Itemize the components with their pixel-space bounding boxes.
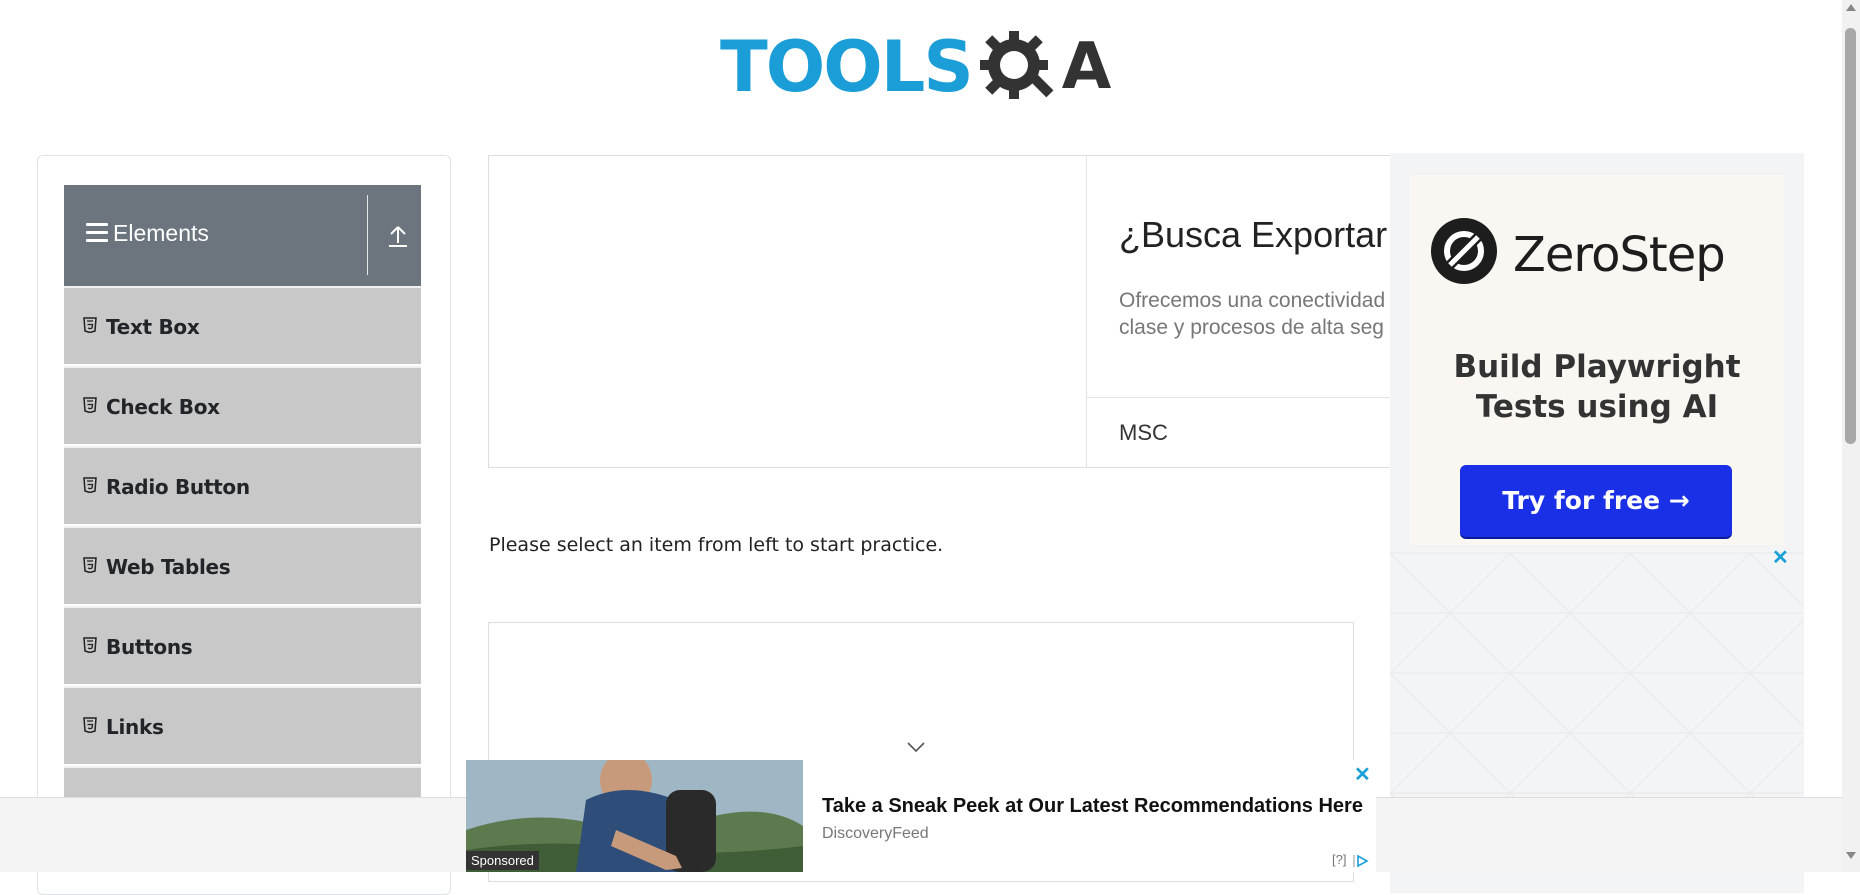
sidebar-item-radio-button[interactable]: Radio Button — [64, 446, 421, 524]
sidebar-item-text-box[interactable]: Text Box — [64, 286, 421, 364]
upload-arrow-icon[interactable] — [378, 221, 418, 251]
html5-icon — [83, 397, 97, 413]
zerostep-ad[interactable]: ZeroStep Build Playwright Tests using AI… — [1390, 153, 1804, 893]
html5-icon — [83, 717, 97, 733]
try-for-free-button[interactable]: Try for free → — [1460, 465, 1732, 537]
sidebar-item-links[interactable]: Links — [64, 686, 421, 764]
sidebar-item-label: Text Box — [106, 315, 200, 339]
ad-text-area — [1087, 156, 1392, 398]
logo-a-text: A — [1061, 30, 1112, 104]
scroll-thumb[interactable] — [1845, 28, 1856, 444]
html5-icon — [83, 317, 97, 333]
adchoices-label: [?] — [1332, 852, 1347, 867]
sidebar-item-label: Check Box — [106, 395, 220, 419]
gear-magnifier-icon — [979, 31, 1054, 99]
html5-icon — [83, 477, 97, 493]
sidebar-item-web-tables[interactable]: Web Tables — [64, 526, 421, 604]
html5-icon — [83, 637, 97, 653]
ad-headline[interactable]: Take a Sneak Peek at Our Latest Recommen… — [822, 795, 1363, 818]
sponsored-label: Sponsored — [466, 851, 539, 870]
chevron-down-icon[interactable] — [907, 741, 925, 753]
adchoices-link[interactable]: [?] — [1332, 852, 1370, 868]
elements-group-title: Elements — [113, 220, 209, 246]
sidebar-item-label: Buttons — [106, 635, 193, 659]
sidebar-item-label: Radio Button — [106, 475, 250, 499]
top-banner-ad[interactable]: ¿Busca Exportar Ofrecemos una conectivid… — [488, 155, 1393, 468]
elements-group-header[interactable]: Elements — [64, 185, 421, 286]
practice-instructions: Please select an item from left to start… — [489, 534, 944, 556]
close-icon[interactable]: ✕ — [1772, 545, 1789, 570]
ad-source: DiscoveryFeed — [822, 825, 929, 842]
ad-panel: ZeroStep Build Playwright Tests using AI… — [1410, 175, 1784, 545]
sidebar-item-label: Web Tables — [106, 555, 231, 579]
sidebar-item-buttons[interactable]: Buttons — [64, 606, 421, 684]
close-icon[interactable]: ✕ — [1354, 762, 1371, 787]
html5-icon — [83, 557, 97, 573]
ad-description: Ofrecemos una conectividad clase y proce… — [1119, 289, 1386, 339]
zerostep-tagline: Build Playwright Tests using AI — [1453, 349, 1741, 425]
zerostep-logo-icon — [1431, 218, 1497, 284]
bottom-sponsored-ad[interactable]: Sponsored Take a Sneak Peek at Our Lates… — [466, 760, 1376, 872]
sidebar-item-check-box[interactable]: Check Box — [64, 366, 421, 444]
logo-tools-text: TOOLS — [720, 26, 974, 108]
ad-brand: MSC — [1119, 420, 1168, 445]
scroll-down-icon[interactable] — [1846, 852, 1856, 859]
scroll-up-icon[interactable] — [1846, 4, 1856, 11]
logo-qa: A — [976, 25, 1112, 109]
zerostep-brand: ZeroStep — [1513, 227, 1726, 283]
site-logo[interactable]: TOOLS A — [720, 18, 1126, 116]
ad-image-area — [489, 156, 1087, 467]
header-divider — [367, 195, 368, 275]
sidebar-item-label: Links — [106, 715, 164, 739]
page-scrollbar[interactable] — [1842, 0, 1860, 872]
adchoices-icon — [1353, 854, 1369, 867]
hamburger-icon — [86, 223, 108, 243]
ad-title: ¿Busca Exportar — [1119, 214, 1388, 255]
